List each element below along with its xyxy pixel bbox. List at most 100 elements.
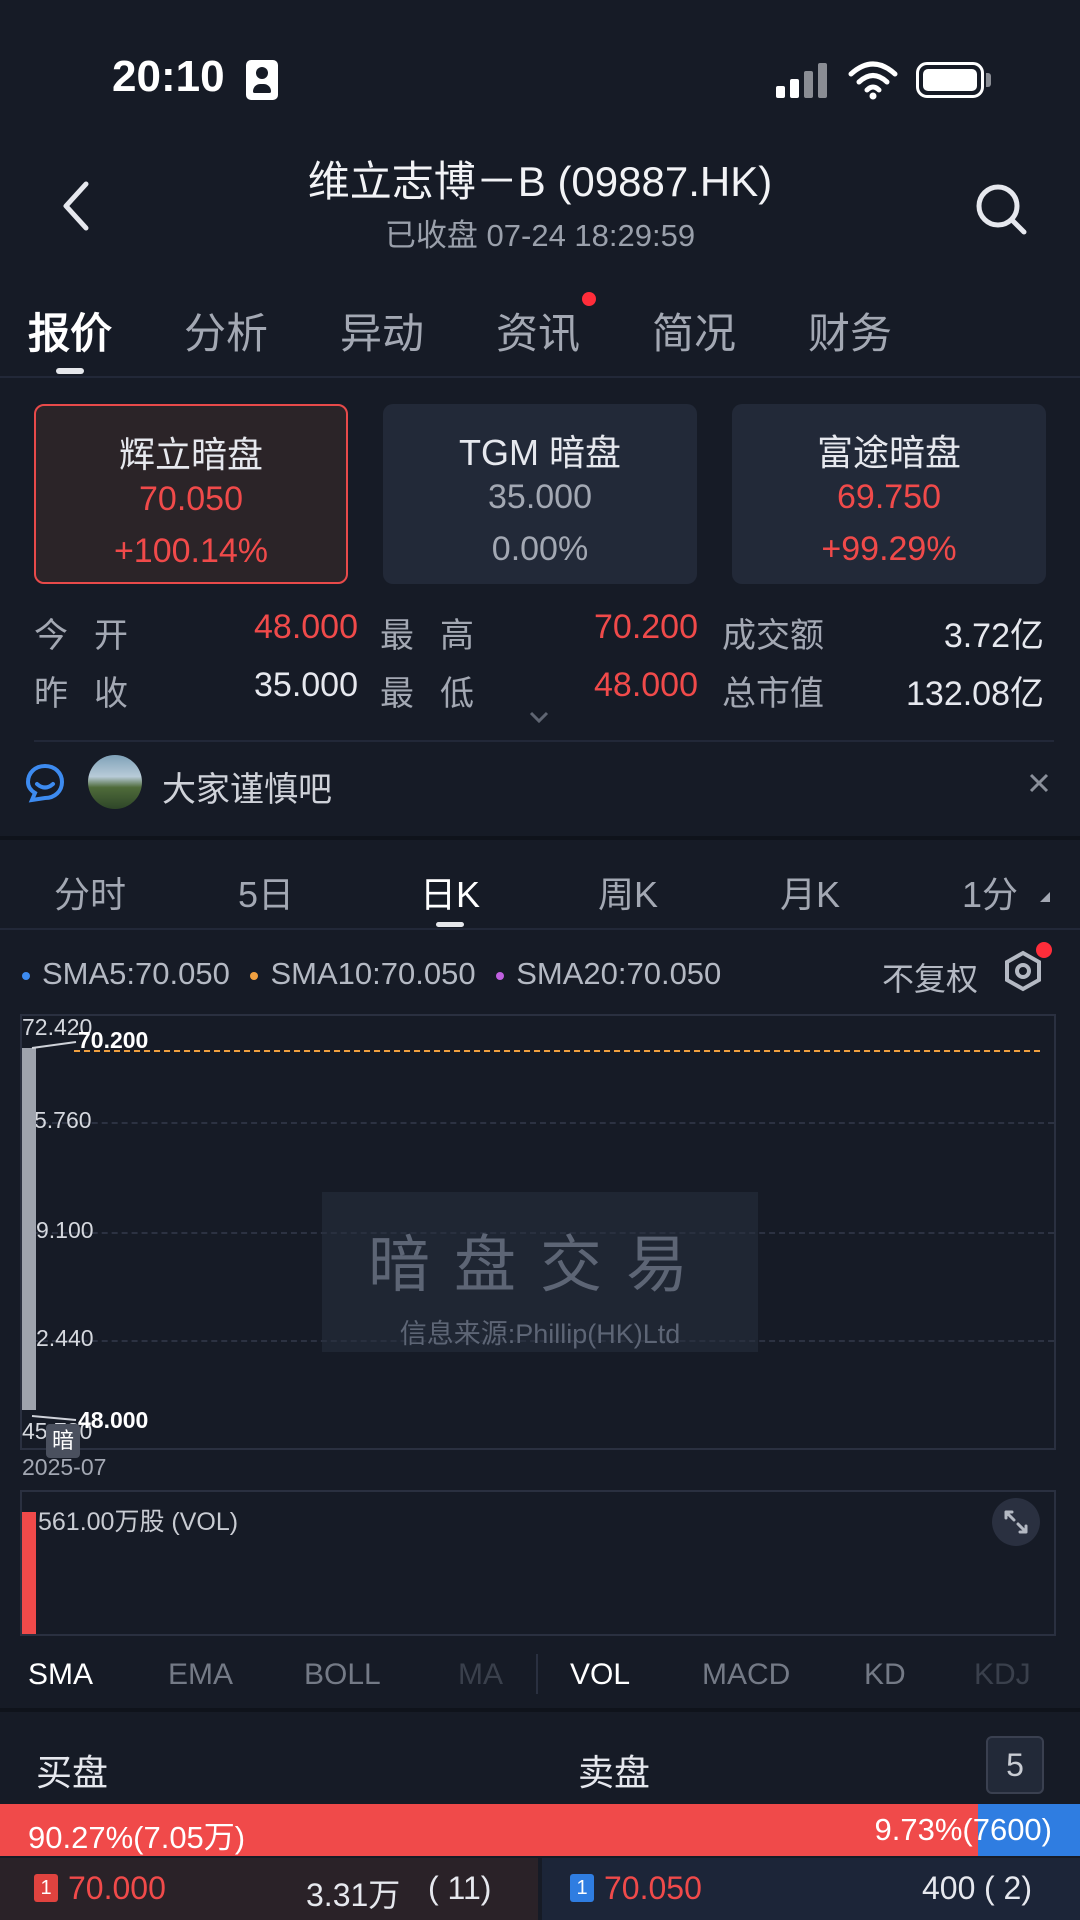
search-icon[interactable]	[974, 182, 1030, 238]
indicator-ema[interactable]: EMA	[168, 1658, 233, 1692]
section-gap	[0, 836, 1080, 840]
id-card-icon	[246, 60, 278, 100]
turnover-label: 成交额	[722, 617, 824, 655]
avatar[interactable]	[88, 755, 142, 809]
depth-selector[interactable]: 5	[986, 1736, 1044, 1794]
dark-pool-name: 富途暗盘	[816, 432, 961, 473]
adjust-toggle[interactable]: 不复权	[882, 954, 978, 1000]
gridline	[22, 1122, 1054, 1124]
high-price-line	[74, 1050, 1040, 1052]
bid-price: 70.000	[68, 1870, 166, 1906]
period-tab-intraday[interactable]: 分时	[54, 866, 126, 918]
battery-icon	[916, 62, 984, 98]
watermark-title: 暗盘交易	[367, 1231, 712, 1300]
high-value: 70.200	[594, 608, 698, 646]
period-tab-indicator	[436, 922, 464, 927]
news-unread-dot	[582, 292, 596, 306]
marker-leaders	[31, 1041, 77, 1421]
dark-pool-watermark: 暗盘交易 信息来源:Phillip(HK)Ltd	[322, 1192, 758, 1352]
period-divider	[0, 928, 1080, 930]
settings-icon[interactable]	[1002, 950, 1044, 992]
ma-legend: SMA5:70.050 SMA10:70.050 SMA20:70.050	[22, 956, 721, 992]
dark-pool-change: +99.29%	[821, 530, 957, 568]
volume-label: 561.00万股 (VOL)	[38, 1508, 239, 1536]
dark-pool-change: +100.14%	[113, 532, 269, 570]
prev-close-value: 35.000	[254, 666, 358, 704]
settings-badge-dot	[1036, 942, 1052, 958]
ask-price: 70.050	[604, 1870, 702, 1906]
indicator-boll[interactable]: BOLL	[304, 1658, 381, 1692]
x-axis-label: 2025-07	[22, 1454, 107, 1480]
indicator-kdj[interactable]: KDJ	[974, 1658, 1031, 1692]
tab-quote[interactable]: 报价	[28, 300, 112, 361]
high-marker: 70.200	[78, 1027, 149, 1053]
indicator-vol[interactable]: VOL	[570, 1658, 630, 1692]
close-icon[interactable]	[1028, 772, 1050, 794]
period-tab-5day[interactable]: 5日	[238, 866, 294, 918]
ask-row[interactable]: 1 70.050 400 ( 2)	[542, 1858, 1080, 1920]
tab-profile[interactable]: 简况	[652, 300, 736, 361]
turnover-value: 3.72亿	[943, 617, 1044, 655]
bid-row[interactable]: 1 70.000 3.31万 ( 11)	[0, 1858, 538, 1920]
indicator-ma[interactable]: MA	[458, 1658, 503, 1692]
chat-bubble-icon	[25, 763, 65, 803]
quote-divider	[34, 740, 1054, 742]
sma20-value: SMA20:70.050	[516, 956, 722, 991]
tabs-divider	[0, 376, 1080, 378]
dark-pool-card-tgm[interactable]: TGM 暗盘 35.000 0.00%	[383, 404, 697, 584]
triangle-down-icon	[1040, 892, 1050, 902]
sma10-value: SMA10:70.050	[270, 956, 476, 991]
market-cap-label: 总市值	[722, 675, 824, 713]
wifi-icon	[848, 61, 898, 100]
indicator-separator	[536, 1654, 538, 1694]
battery-tip	[986, 73, 991, 87]
dark-pool-tag: 暗	[46, 1424, 80, 1458]
active-tab-indicator	[56, 368, 84, 374]
dark-pool-price: 69.750	[837, 478, 941, 516]
open-label: 今开	[34, 617, 154, 655]
low-value: 48.000	[594, 666, 698, 704]
watermark-subtitle: 信息来源:Phillip(HK)Ltd	[399, 1319, 681, 1349]
signal-icon	[776, 62, 828, 98]
indicator-macd[interactable]: MACD	[702, 1658, 790, 1692]
chevron-down-icon[interactable]	[528, 710, 550, 724]
stock-title: 维立志博－B (09887.HK)	[307, 158, 773, 205]
ask-orders: ( 2)	[984, 1870, 1032, 1906]
volume-bar	[22, 1512, 36, 1634]
period-tab-1min[interactable]: 1分	[962, 866, 1018, 918]
sell-ratio-text: 9.73%(7600)	[874, 1812, 1052, 1847]
section-gap	[0, 1708, 1080, 1712]
low-label: 最低	[380, 675, 500, 713]
sma5-value: SMA5:70.050	[42, 956, 230, 991]
tab-financials[interactable]: 财务	[808, 300, 892, 361]
high-label: 最高	[380, 617, 500, 655]
dark-pool-card-futu[interactable]: 富途暗盘 69.750 +99.29%	[732, 404, 1046, 584]
community-message[interactable]: 大家谨慎吧	[162, 762, 332, 811]
buy-side-label: 买盘	[36, 1752, 109, 1793]
dark-pool-name: TGM 暗盘	[459, 432, 621, 473]
status-time: 20:10	[112, 52, 225, 101]
open-value: 48.000	[254, 608, 358, 646]
bid-ask-ratio-bar: 90.27%(7.05万) 9.73%(7600)	[0, 1804, 1080, 1856]
dark-pool-change: 0.00%	[491, 530, 589, 568]
period-tab-monthly[interactable]: 月K	[780, 866, 840, 918]
expand-icon[interactable]	[992, 1498, 1040, 1546]
bid-level-badge: 1	[34, 1874, 58, 1902]
period-tab-daily[interactable]: 日K	[420, 866, 480, 918]
sell-side-label: 卖盘	[578, 1752, 651, 1793]
dark-pool-price: 35.000	[488, 478, 592, 516]
ask-level-badge: 1	[570, 1874, 594, 1902]
market-cap-value: 132.08亿	[906, 675, 1044, 713]
indicator-sma[interactable]: SMA	[28, 1658, 93, 1692]
bid-orders: ( 11)	[428, 1870, 492, 1906]
period-tab-weekly[interactable]: 周K	[598, 866, 658, 918]
ask-volume: 400	[922, 1870, 976, 1906]
dark-pool-card-phillip[interactable]: 辉立暗盘 70.050 +100.14%	[34, 404, 348, 584]
indicator-kd[interactable]: KD	[864, 1658, 906, 1692]
tab-news[interactable]: 资讯	[496, 300, 580, 361]
buy-ratio-text: 90.27%(7.05万)	[28, 1820, 246, 1855]
dark-pool-name: 辉立暗盘	[118, 434, 263, 475]
tab-movement[interactable]: 异动	[340, 300, 424, 361]
low-marker: 48.000	[78, 1407, 149, 1433]
tab-analysis[interactable]: 分析	[184, 300, 268, 361]
